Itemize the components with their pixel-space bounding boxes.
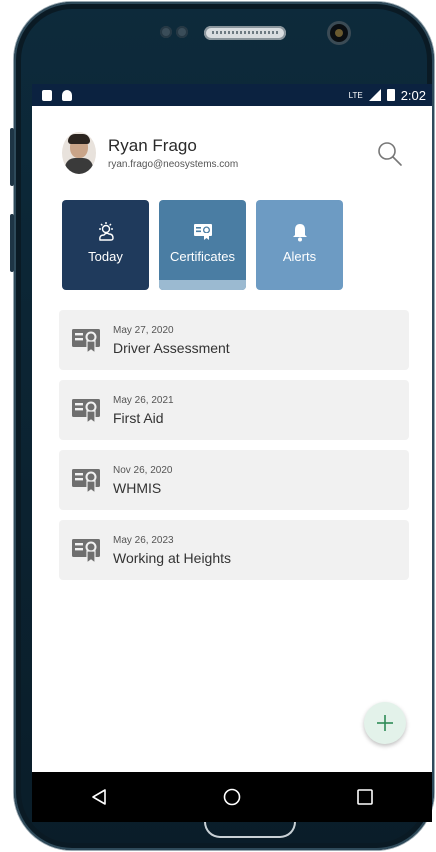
user-name: Ryan Frago [108,136,197,155]
cert-name: WHMIS [113,479,162,496]
tile-label: Alerts [282,248,317,264]
status-bar: LTE 2:02 [32,84,432,106]
certificate-icon [72,469,100,495]
recents-square-icon [357,789,374,805]
signal-icon [368,89,381,101]
system-nav-bar [32,772,432,822]
certificate-icon [72,399,100,425]
cert-date: May 27, 2020 [113,324,174,336]
weather-icon [95,221,117,243]
certificate-icon [192,221,214,243]
clock: 2:02 [400,87,426,103]
search-button[interactable] [376,140,404,168]
plus-icon [377,715,393,731]
list-item[interactable]: May 27, 2020 Driver Assessment [59,310,409,370]
add-certificate-button[interactable] [364,702,406,744]
cert-name: Driver Assessment [113,339,230,356]
home-button[interactable] [220,785,244,809]
certificate-list: May 27, 2020 Driver Assessment May 26, 2… [59,310,409,590]
tile-certificates[interactable]: Certificates [159,200,246,290]
cert-date: Nov 26, 2020 [113,464,173,476]
list-item[interactable]: May 26, 2021 First Aid [59,380,409,440]
cert-name: First Aid [113,409,164,426]
back-button[interactable] [87,785,111,809]
tile-label: Today [88,248,123,264]
list-item[interactable]: Nov 26, 2020 WHMIS [59,450,409,510]
recents-button[interactable] [353,785,377,809]
home-circle-icon [223,788,241,806]
cert-name: Working at Heights [113,549,232,566]
certificate-icon [72,539,100,565]
tile-label: Certificates [169,248,236,264]
tile-alerts[interactable]: Alerts [256,200,343,290]
phone-screen: LTE 2:02 Ryan Frago ryan.frago@neosystem… [32,84,432,822]
front-camera [330,24,348,42]
sd-card-icon [42,89,52,101]
sensor-dots [160,26,188,38]
cert-date: May 26, 2023 [113,534,174,546]
search-icon [378,142,402,166]
back-triangle-icon [91,789,106,805]
user-email: ryan.frago@neosystems.com [108,159,239,170]
nav-tiles: Today Certificates Alerts [62,200,343,290]
earpiece-speaker [204,26,286,40]
network-type: LTE [348,90,363,100]
app-content: Ryan Frago ryan.frago@neosystems.com Tod… [32,106,432,822]
user-profile[interactable]: Ryan Frago ryan.frago@neosystems.com [62,132,238,174]
battery-icon [386,89,395,101]
hardware-home-button[interactable] [204,822,296,838]
bell-icon [289,221,311,243]
certificate-icon [72,329,100,355]
list-item[interactable]: May 26, 2023 Working at Heights [59,520,409,580]
avatar [62,132,96,174]
cert-date: May 26, 2021 [113,394,174,406]
tile-today[interactable]: Today [62,200,149,290]
volume-down-button [10,214,14,272]
android-icon [62,89,72,101]
volume-up-button [10,128,14,186]
